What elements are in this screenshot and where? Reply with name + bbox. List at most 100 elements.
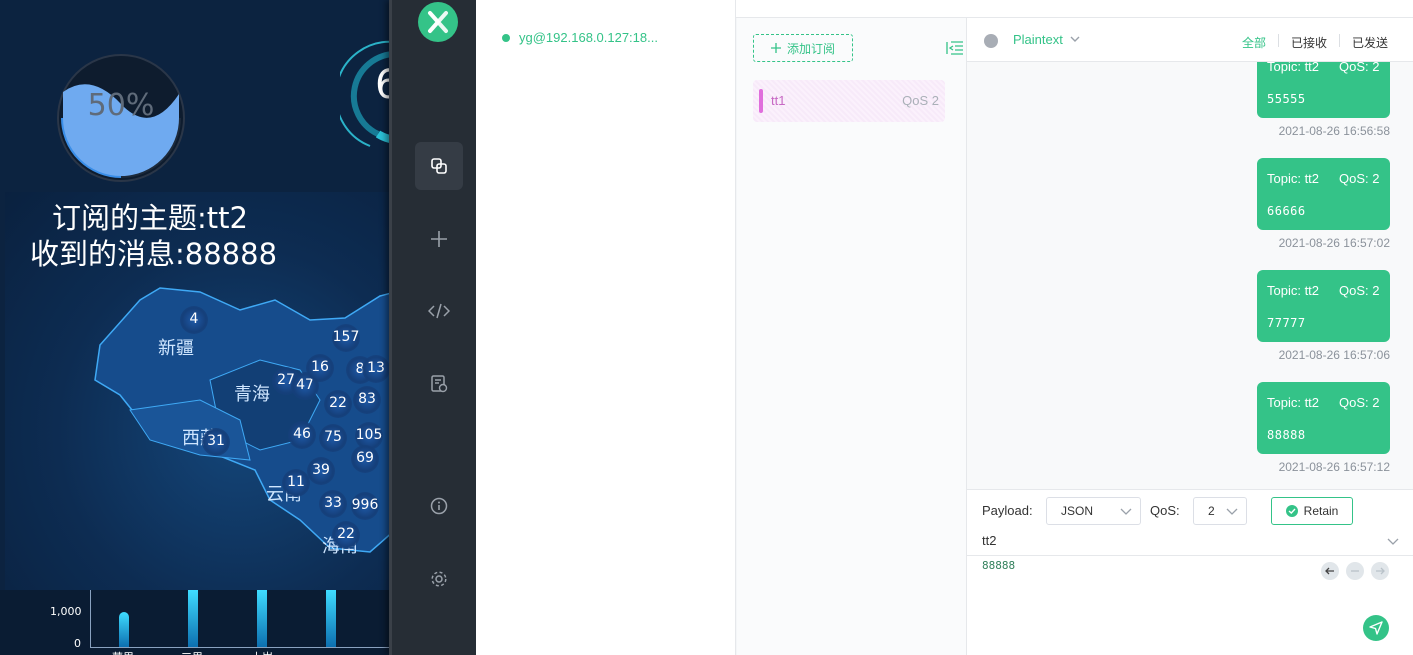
add-subscription-button[interactable]: 添加订阅: [753, 34, 853, 62]
info-icon: [430, 497, 448, 515]
app-logo[interactable]: [418, 2, 458, 42]
map-label-xinjiang: 新疆: [158, 338, 194, 359]
connection-name: yg@192.168.0.127:18...: [519, 30, 658, 45]
map-count-label: 31: [207, 433, 225, 449]
chevron-down-icon: [1120, 508, 1132, 515]
connections-panel: yg@192.168.0.127:18...: [476, 0, 736, 655]
reset-payload-button[interactable]: [1346, 562, 1364, 580]
payload-label: Payload:: [982, 503, 1033, 518]
map-count-label: 22: [337, 526, 355, 542]
chevron-down-icon[interactable]: [1069, 33, 1081, 45]
arrow-left-icon: [1325, 567, 1334, 575]
check-icon: [1285, 505, 1298, 517]
message-topic: Topic: tt2: [1267, 395, 1320, 410]
map-count-label: 11: [287, 474, 305, 490]
log-icon: [431, 375, 448, 393]
bar: [326, 590, 336, 647]
map-label-qinghai: 青海: [234, 384, 270, 405]
topic-input-value: tt2: [982, 533, 997, 548]
logo-icon: [428, 11, 448, 33]
qos-value: 2: [1208, 504, 1215, 518]
retain-label: Retain: [1303, 504, 1339, 518]
message-payload: 55555: [1267, 92, 1306, 106]
plus-icon: [770, 43, 781, 53]
bar-chart: 1,000 0 营里 三里 十岁: [0, 590, 395, 655]
message-payload: 77777: [1267, 316, 1306, 330]
sidebar-item-new-connection[interactable]: [415, 215, 463, 263]
map-count-label: 75: [324, 429, 342, 445]
message-time: 2021-08-26 16:57:06: [1278, 348, 1390, 362]
payload-editor[interactable]: 88888: [982, 559, 1015, 572]
payload-format-value: JSON: [1061, 504, 1094, 518]
message-topic: Topic: tt2: [1267, 62, 1320, 74]
plus-icon: [431, 231, 447, 247]
message-bubble: Topic: tt2 QoS: 2 77777: [1257, 270, 1390, 342]
y-tick: 1,000: [50, 605, 82, 618]
topic-input[interactable]: tt2: [967, 530, 1413, 556]
bar: [188, 590, 198, 647]
message-qos: QoS: 2: [1339, 62, 1380, 74]
x-tick: 营里: [112, 649, 134, 655]
message-payload: 66666: [1267, 204, 1306, 218]
y-axis: [90, 590, 91, 648]
message-time: 2021-08-26 16:56:58: [1278, 124, 1390, 138]
payload-format-select[interactable]: Plaintext: [1013, 32, 1063, 47]
map-count-label: 157: [332, 329, 360, 345]
message-qos: QoS: 2: [1339, 283, 1380, 298]
retain-toggle[interactable]: Retain: [1271, 497, 1353, 525]
bar: [257, 590, 267, 647]
message-bubble: Topic: tt2 QoS: 2 55555: [1257, 62, 1390, 118]
sidebar-item-about[interactable]: [415, 482, 463, 530]
sidebar-item-connections[interactable]: [415, 142, 463, 190]
message-time: 2021-08-26 16:57:02: [1278, 236, 1390, 250]
arrow-right-icon: [1376, 567, 1385, 575]
settings-icon: [431, 571, 447, 587]
qos-label: QoS:: [1150, 503, 1180, 518]
divider: [1278, 34, 1279, 47]
connected-status-dot: [502, 33, 510, 42]
subscription-color-bar: [759, 89, 763, 113]
bar: [119, 612, 129, 647]
chevron-down-icon[interactable]: [1387, 537, 1399, 547]
filter-sent[interactable]: 已发送: [1352, 34, 1388, 51]
message-bubble: Topic: tt2 QoS: 2 88888: [1257, 382, 1390, 454]
message-time: 2021-08-26 16:57:12: [1278, 460, 1390, 474]
next-payload-button[interactable]: [1371, 562, 1389, 580]
send-button[interactable]: [1363, 615, 1389, 641]
add-subscription-label: 添加订阅: [786, 41, 835, 56]
collapse-subscriptions-button[interactable]: [945, 38, 965, 58]
message-topic: Topic: tt2: [1267, 171, 1320, 186]
message-bubble: Topic: tt2 QoS: 2 66666: [1257, 158, 1390, 230]
message-payload: 88888: [1267, 428, 1306, 442]
sidebar-item-script[interactable]: [415, 287, 463, 335]
mqtt-client-window: yg@192.168.0.127:18... 添加订阅 tt1 QoS 2 Pl…: [389, 0, 1413, 655]
background-dashboard: 50% 6 订阅的主题:tt2 收到的消息:88888 新疆 青海 西藏 云南 …: [0, 0, 395, 655]
minus-icon: [1351, 570, 1359, 572]
filter-received[interactable]: 已接收: [1291, 34, 1327, 51]
connections-icon: [431, 158, 447, 174]
qos-dropdown[interactable]: 2: [1193, 497, 1247, 525]
messages-toolbar: Plaintext 全部 已接收 已发送: [967, 18, 1413, 62]
filter-all[interactable]: 全部: [1242, 34, 1266, 51]
subscription-topic: tt1: [771, 93, 786, 108]
sidebar: [389, 0, 476, 655]
map-count-label: 16: [311, 359, 329, 375]
message-qos: QoS: 2: [1339, 395, 1380, 410]
message-qos: QoS: 2: [1339, 171, 1380, 186]
x-axis: [90, 647, 395, 648]
message-composer: Payload: JSON QoS: 2 Retain tt2 88888: [967, 489, 1413, 655]
script-icon: [428, 303, 450, 319]
connection-item[interactable]: yg@192.168.0.127:18...: [502, 30, 658, 45]
map-count-label: 4: [189, 311, 199, 327]
map-count-label: 83: [358, 391, 376, 407]
subscription-item[interactable]: tt1 QoS 2: [753, 80, 945, 122]
sidebar-item-settings[interactable]: [415, 555, 463, 603]
divider: [1339, 34, 1340, 47]
sidebar-item-log[interactable]: [415, 360, 463, 408]
message-list[interactable]: Topic: tt2 QoS: 2 55555 2021-08-26 16:56…: [967, 62, 1413, 489]
format-status-icon: [984, 34, 998, 48]
map-count-label: 996: [351, 497, 379, 513]
payload-format-dropdown[interactable]: JSON: [1046, 497, 1141, 525]
messages-panel: Plaintext 全部 已接收 已发送 Topic: tt2 QoS: 2 5…: [967, 18, 1413, 655]
previous-payload-button[interactable]: [1321, 562, 1339, 580]
